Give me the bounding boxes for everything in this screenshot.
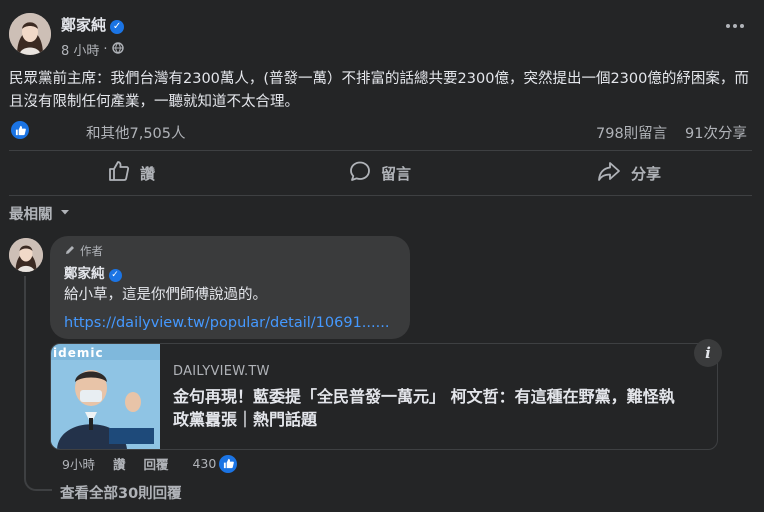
link-preview-image: idemic <box>51 344 160 449</box>
comment-bubble: 作者 鄭家純 ✓ 給小草，這是你們師傅說過的。 https://dailyview… <box>50 236 410 339</box>
view-all-replies-link[interactable]: 查看全部30則回覆 <box>60 482 182 503</box>
comment-reply-button[interactable]: 回覆 <box>143 454 168 473</box>
link-title[interactable]: 金句再現！藍委提「全民普發一萬元」 柯文哲：有這種在野黨，難怪執政黨囂張｜熱門話… <box>173 385 685 431</box>
post-text: 民眾黨前主席：我們台灣有2300萬人，(普發一萬）不排富的話總共要2300億，突… <box>9 71 749 110</box>
share-button[interactable]: 分享 <box>597 160 661 186</box>
verified-badge-icon: ✓ <box>108 269 122 282</box>
comment-timestamp[interactable]: 9小時 <box>62 454 95 473</box>
share-button-label: 分享 <box>631 164 662 183</box>
thumbs-up-icon <box>108 160 130 186</box>
comment-author-name[interactable]: 鄭家純 <box>64 266 105 282</box>
commenter-avatar[interactable] <box>9 238 43 272</box>
comment-button-label: 留言 <box>381 164 412 183</box>
reactions-summary[interactable]: 和其他7,505人 <box>86 122 186 143</box>
link-preview-card[interactable]: idemic DAILYVIEW.TW 金句再現！藍委提「全民普發一萬元」 柯文… <box>50 343 718 450</box>
pencil-icon <box>64 244 76 259</box>
like-button[interactable]: 讚 <box>108 160 155 186</box>
comment-button[interactable]: 留言 <box>349 160 411 186</box>
sort-label: 最相關 <box>9 207 53 223</box>
globe-icon <box>111 41 124 58</box>
share-arrow-icon <box>597 160 621 186</box>
like-reaction-icon[interactable] <box>11 121 29 139</box>
like-button-label: 讚 <box>140 164 156 183</box>
comment-bubble-icon <box>349 160 371 186</box>
verified-badge-icon: ✓ <box>110 20 125 34</box>
comment-link[interactable]: https://dailyview.tw/popular/detail/1069… <box>64 315 389 331</box>
divider <box>9 150 752 151</box>
comment-like-button[interactable]: 讚 <box>113 454 126 473</box>
info-icon[interactable]: i <box>694 339 722 367</box>
comment-sort-dropdown[interactable]: 最相關 <box>9 203 71 224</box>
divider <box>9 195 752 196</box>
like-reaction-icon[interactable] <box>219 454 238 473</box>
author-avatar[interactable] <box>9 13 51 55</box>
chevron-down-icon <box>59 206 71 222</box>
comment-text: 給小草，這是你們師傅說過的。 <box>64 287 267 303</box>
comments-count[interactable]: 798則留言 <box>596 122 667 143</box>
shares-count[interactable]: 91次分享 <box>685 122 747 143</box>
more-options-icon[interactable] <box>726 24 744 28</box>
post-timestamp[interactable]: 8 小時 <box>61 40 99 59</box>
comment-likes-count[interactable]: 430 <box>192 456 216 471</box>
thread-line <box>24 276 52 491</box>
post-author-name[interactable]: 鄭家純 <box>61 16 106 34</box>
author-badge: 作者 <box>80 244 103 258</box>
link-domain: DAILYVIEW.TW <box>173 364 270 379</box>
